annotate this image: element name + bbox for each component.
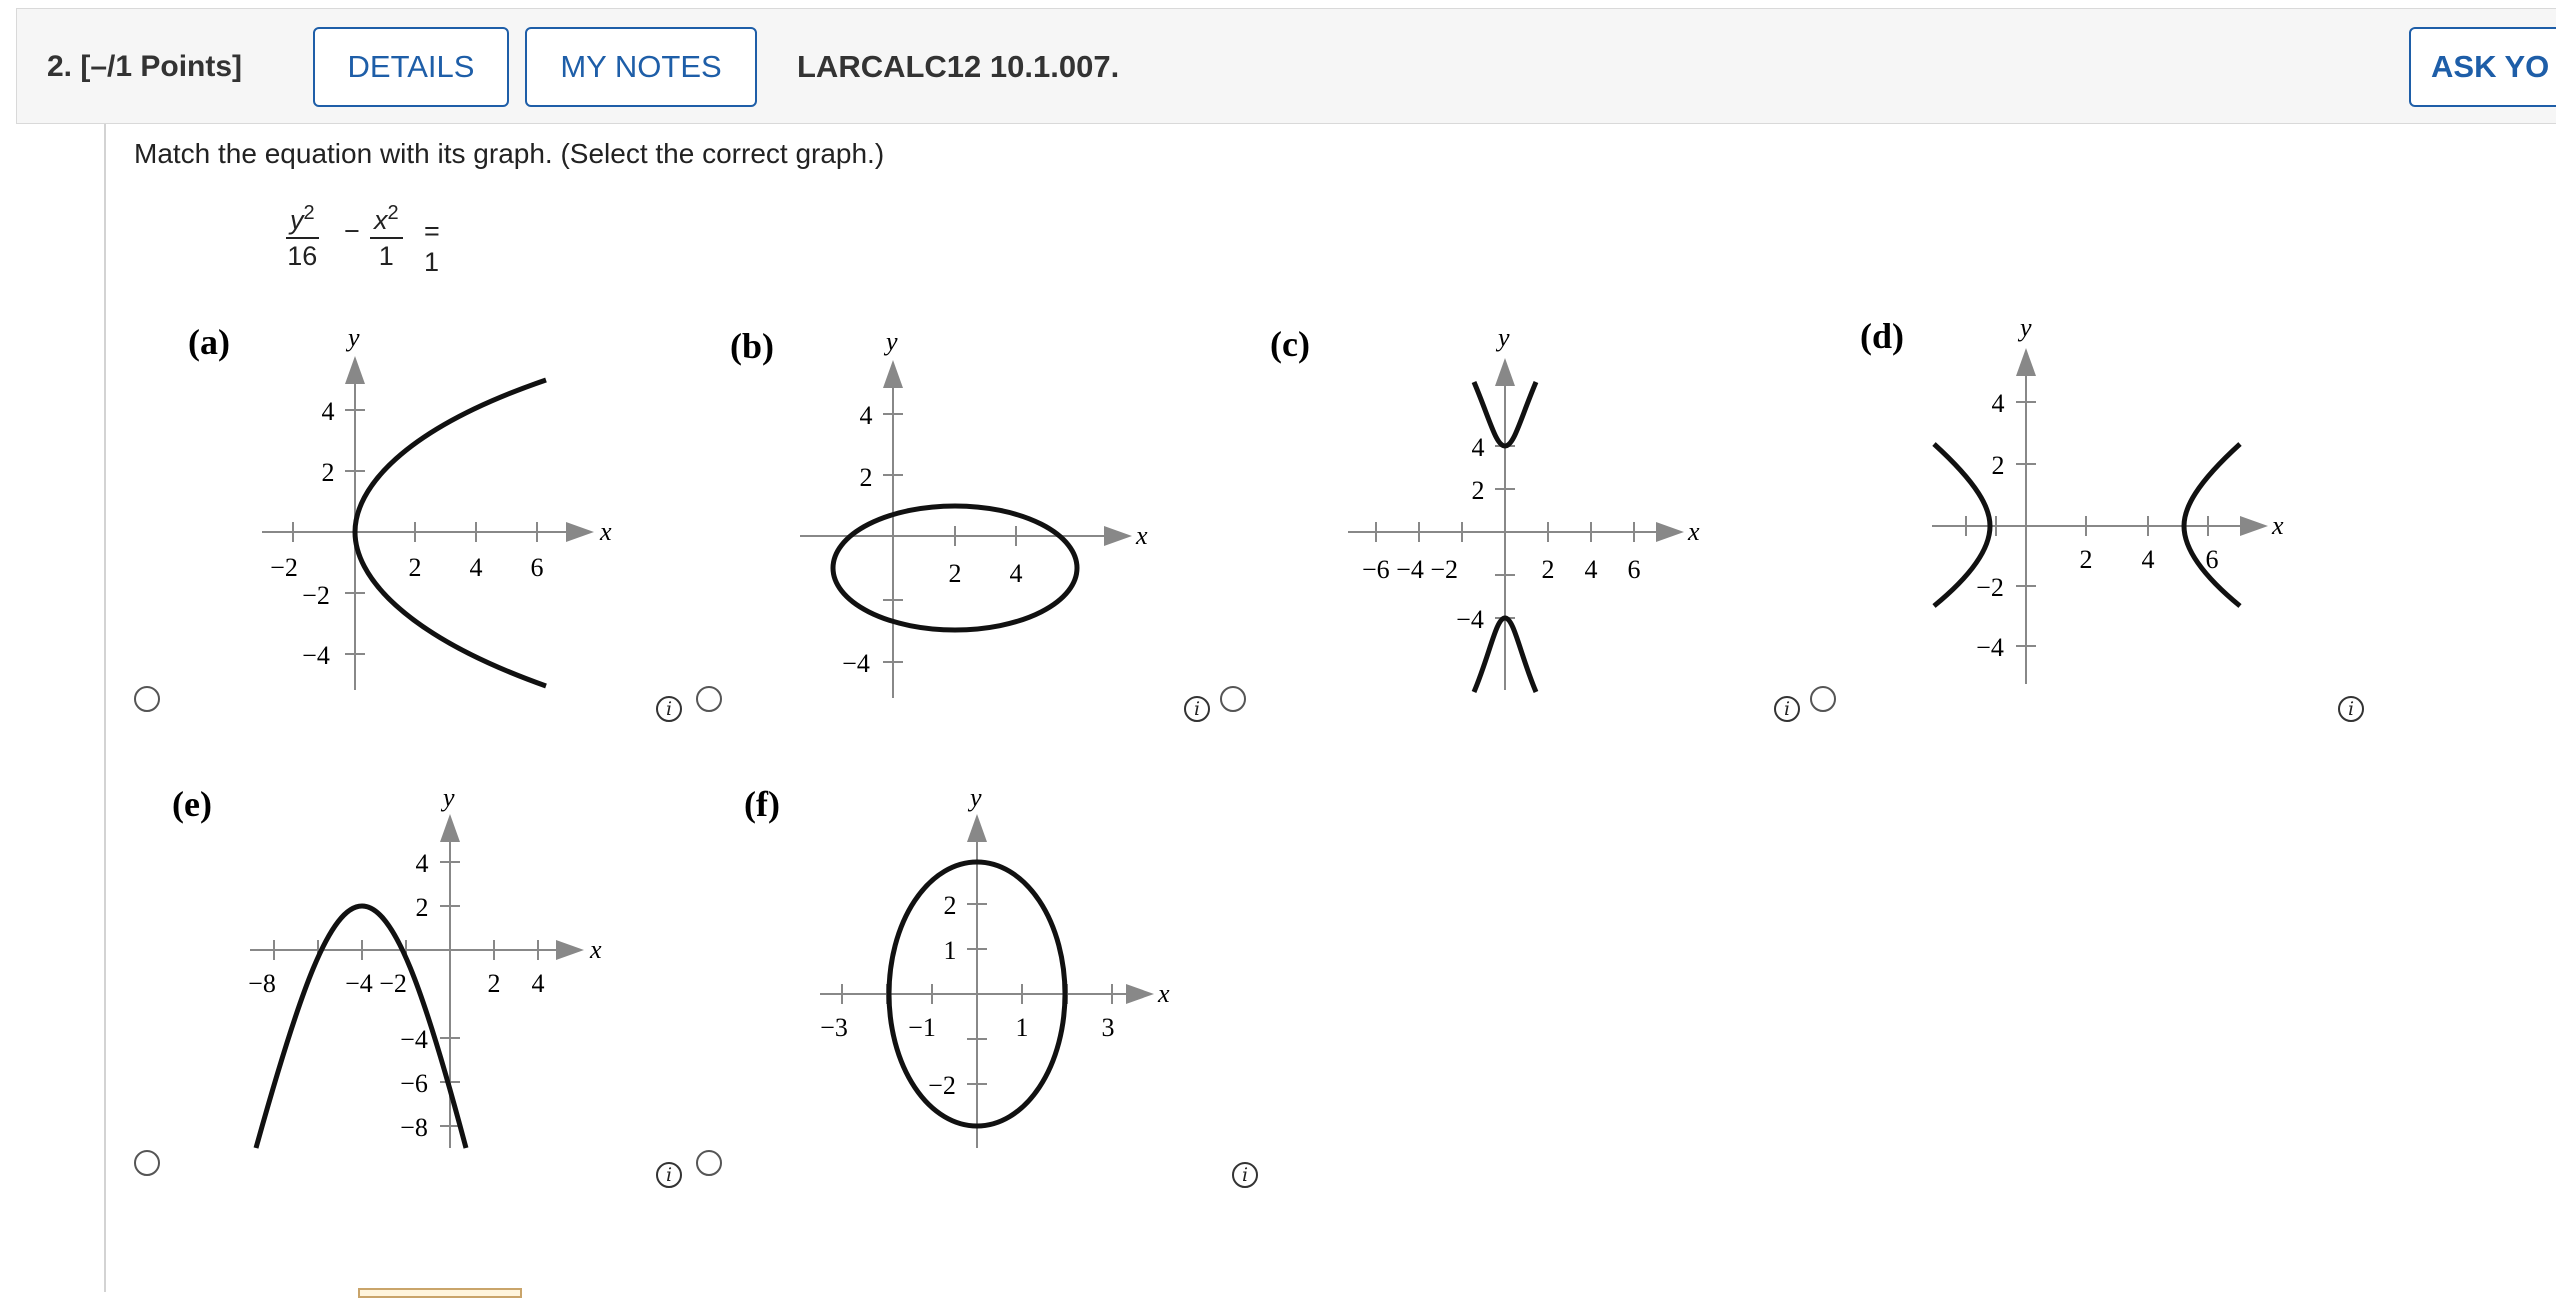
x-name-b: x xyxy=(1135,521,1148,550)
f-xtick-2: −1 xyxy=(908,1013,936,1042)
y-name-a: y xyxy=(345,323,360,352)
c-xtick-3: 4 xyxy=(1585,555,1598,584)
d-xtick-3: 6 xyxy=(2206,545,2219,574)
d-ytick-1: 4 xyxy=(1992,389,2005,418)
graph-label-a: (a) xyxy=(188,322,230,362)
d-ytick-2: 2 xyxy=(1992,451,2005,480)
e-ytick-4: −6 xyxy=(400,1069,428,1098)
b-ytick-3: −4 xyxy=(842,649,870,678)
c-ytick-2: 2 xyxy=(1472,476,1485,505)
graph-label-b: (b) xyxy=(730,326,774,366)
e-xtick-4: 4 xyxy=(532,969,545,998)
graph-a: (a) x y −2 2 4 6 4 2 −2 −4 xyxy=(188,322,612,690)
info-icon[interactable]: i xyxy=(1774,696,1800,722)
x-name-d: x xyxy=(2271,511,2284,540)
y-name-d: y xyxy=(2017,313,2032,342)
e-ytick-5: −8 xyxy=(400,1113,428,1142)
graph-label-c: (c) xyxy=(1270,324,1310,364)
graph-f: (f) x y −3 −1 1 3 2 1 −2 xyxy=(744,783,1170,1148)
b-ytick-1: 4 xyxy=(860,401,873,430)
c-xtick-1: −6 −4 −2 xyxy=(1362,555,1458,584)
graph-options: (a) x y −2 2 4 6 4 2 −2 −4 (b) x y 2 4 4… xyxy=(172,313,2284,1149)
a-ytick-4: −4 xyxy=(302,641,330,670)
e-ytick-3: −4 xyxy=(400,1025,428,1054)
c-ytick-1: 4 xyxy=(1472,433,1485,462)
option-e-radio[interactable] xyxy=(134,1150,160,1176)
f-ytick-3: −2 xyxy=(928,1071,956,1100)
info-icon[interactable]: i xyxy=(656,696,682,722)
a-ytick-2: 2 xyxy=(322,458,335,487)
x-name-a: x xyxy=(599,517,612,546)
d-xtick-1: 2 xyxy=(2080,545,2093,574)
b-xtick-2: 4 xyxy=(1010,559,1023,588)
option-c-radio[interactable] xyxy=(1220,686,1246,712)
a-xtick-2: 2 xyxy=(409,553,422,582)
f-xtick-4: 3 xyxy=(1102,1013,1115,1042)
y-name-f: y xyxy=(967,783,982,812)
e-xtick-1: −8 xyxy=(248,969,276,998)
e-ytick-1: 4 xyxy=(416,849,429,878)
f-ytick-2: 1 xyxy=(944,936,957,965)
info-icon[interactable]: i xyxy=(1184,696,1210,722)
a-xtick-1: −2 xyxy=(270,553,298,582)
option-d-radio[interactable] xyxy=(1810,686,1836,712)
y-name-c: y xyxy=(1495,323,1510,352)
graph-c: (c) x y −6 −4 −2 2 4 6 4 2 −4 xyxy=(1270,323,1700,693)
option-a-radio[interactable] xyxy=(134,686,160,712)
option-f-radio[interactable] xyxy=(696,1150,722,1176)
e-xtick-2: −4 −2 xyxy=(345,969,407,998)
b-xtick-1: 2 xyxy=(949,559,962,588)
y-name-e: y xyxy=(440,783,455,812)
a-ytick-3: −2 xyxy=(302,581,330,610)
d-ytick-3: −2 xyxy=(1976,573,2004,602)
graph-label-d: (d) xyxy=(1860,316,1904,356)
graph-b: (b) x y 2 4 4 2 −4 xyxy=(730,326,1148,698)
submit-area-partial[interactable] xyxy=(358,1288,522,1298)
graph-e: (e) x y −8 −4 −2 2 4 4 2 −4 −6 −8 xyxy=(172,783,602,1149)
graph-label-e: (e) xyxy=(172,784,212,824)
c-xtick-4: 6 xyxy=(1628,555,1641,584)
info-icon[interactable]: i xyxy=(1232,1162,1258,1188)
f-xtick-1: −3 xyxy=(820,1013,848,1042)
e-ytick-2: 2 xyxy=(416,893,429,922)
d-ytick-4: −4 xyxy=(1976,633,2004,662)
f-ytick-1: 2 xyxy=(944,891,957,920)
graph-label-f: (f) xyxy=(744,784,780,824)
x-name-e: x xyxy=(589,935,602,964)
c-xtick-2: 2 xyxy=(1542,555,1555,584)
b-ytick-2: 2 xyxy=(860,463,873,492)
a-ytick-1: 4 xyxy=(322,397,335,426)
info-icon[interactable]: i xyxy=(2338,696,2364,722)
e-xtick-3: 2 xyxy=(488,969,501,998)
graph-d: (d) x y 2 4 6 4 2 −2 −4 xyxy=(1860,313,2284,684)
x-name-c: x xyxy=(1687,517,1700,546)
a-xtick-3: 4 xyxy=(470,553,483,582)
a-xtick-4: 6 xyxy=(531,553,544,582)
f-xtick-3: 1 xyxy=(1016,1013,1029,1042)
c-ytick-3: −4 xyxy=(1456,605,1484,634)
y-name-b: y xyxy=(883,327,898,356)
info-icon[interactable]: i xyxy=(656,1162,682,1188)
option-b-radio[interactable] xyxy=(696,686,722,712)
x-name-f: x xyxy=(1157,979,1170,1008)
d-xtick-2: 4 xyxy=(2142,545,2155,574)
